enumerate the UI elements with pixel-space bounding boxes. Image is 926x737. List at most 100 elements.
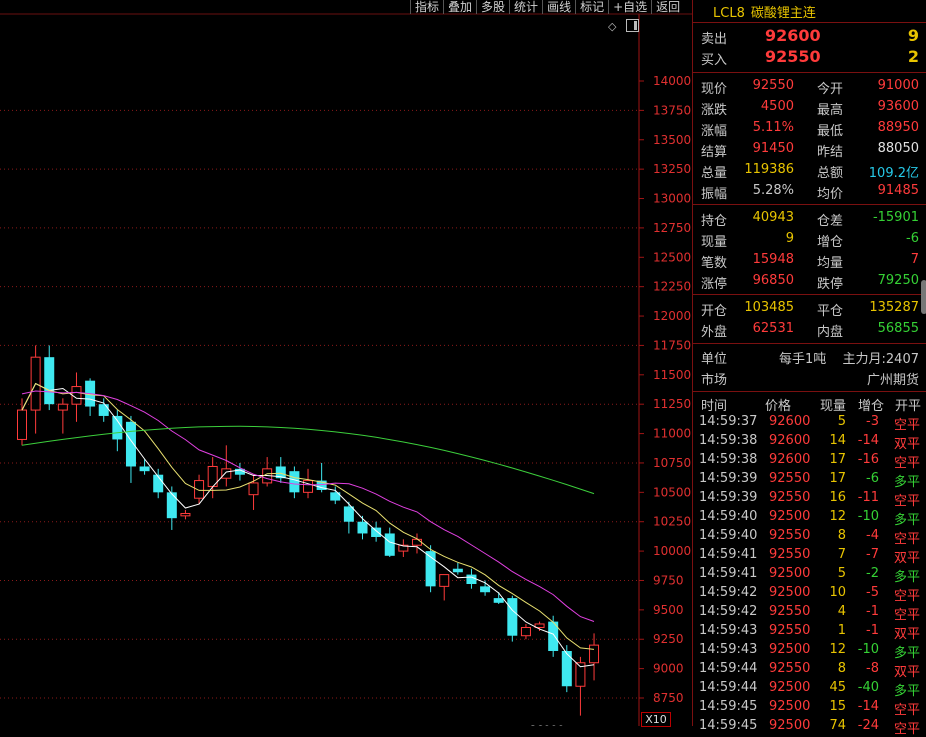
back-button[interactable]: 返回 [651,0,684,14]
scrollbar-thumb[interactable] [921,280,926,314]
tick-time: 14:59:40 [699,509,758,524]
tick-type: 双平 [894,437,921,452]
tick-row[interactable]: 14:59:37 92600 5 -3 空平 [693,414,921,433]
instrument-name: 碳酸锂主连 [750,6,816,21]
quote-label: 结算 [701,145,728,160]
overlay-button[interactable]: 叠加 [443,0,476,14]
tick-row[interactable]: 14:59:44 92500 45 -40 多平 [693,680,921,699]
tick-row[interactable]: 14:59:39 92550 17 -6 多平 [693,471,921,490]
sell-price: 92600 [765,26,821,45]
tick-type: 空平 [894,418,921,433]
tick-row[interactable]: 14:59:41 92500 5 -2 多平 [693,566,920,585]
tick-oi: -1 [866,623,879,638]
position-label: 均量 [817,256,844,271]
tick-time: 14:59:37 [699,414,758,429]
y-tick-label: 11250 [653,397,691,411]
quote-label: 涨幅 [701,124,728,139]
tick-time: 14:59:44 [699,680,758,695]
candle-body [561,650,572,687]
candle-body [289,471,300,493]
tick-qty: 10 [829,585,846,600]
main-month: 主力月:2407 [842,352,919,367]
tick-row[interactable]: 14:59:38 92600 14 -14 双平 [693,433,921,452]
tick-qty: 1 [837,623,846,638]
candle-body [589,644,600,664]
tick-type: 空平 [894,589,921,604]
tick-price: 92550 [769,623,811,638]
tick-type: 空平 [894,722,921,737]
buy-row[interactable]: 买入 92550 2 [693,47,919,69]
candle-body [248,482,259,496]
draw-line-button[interactable]: 画线 [542,0,575,14]
tick-header-qty: 现量 [820,399,847,414]
divider [693,72,926,73]
tick-type: 多平 [894,475,921,490]
tick-price: 92550 [769,547,811,562]
multi-stock-button[interactable]: 多股 [476,0,509,14]
tick-row[interactable]: 14:59:40 92500 12 -10 多平 [693,509,920,528]
candle-body [452,568,463,573]
tick-row[interactable]: 14:59:39 92550 16 -11 空平 [693,490,920,509]
candle-body [221,468,232,479]
tick-row[interactable]: 14:59:42 92500 10 -5 空平 [693,585,921,604]
y-tick-label: 11000 [653,427,691,441]
tick-time: 14:59:43 [699,623,758,638]
position-value: 40943 [752,210,794,225]
sell-row[interactable]: 卖出 92600 9 [693,26,919,48]
y-tick-label: 10250 [653,515,691,529]
buy-label: 买入 [701,53,728,68]
diamond-icon[interactable]: ◇ [608,20,616,33]
tick-type: 空平 [894,456,921,471]
position-label: 仓差 [817,214,844,229]
tick-row[interactable]: 14:59:40 92550 8 -4 空平 [693,528,920,547]
kline-chart[interactable]: 14000 13750 13500 13250 13000 12750 12500 12250… [0,0,692,726]
panel-toggle-icon[interactable] [626,19,639,32]
candle-body [384,533,395,556]
tick-oi: -2 [866,566,879,581]
divider [693,204,926,205]
tick-time: 14:59:41 [699,566,758,581]
tick-time: 14:59:42 [699,585,758,600]
mark-button[interactable]: 标记 [575,0,608,14]
quote-row: 总量 119386 总额 109.2亿 [693,162,919,182]
tick-row[interactable]: 14:59:42 92550 4 -1 空平 [693,604,921,623]
position-label: 增仓 [817,235,844,250]
tick-time: 14:59:43 [699,642,758,657]
add-favorite-button[interactable]: +自选 [608,0,651,14]
y-tick-label: 9000 [653,662,684,676]
order-flow-label: 内盘 [817,325,844,340]
divider [693,22,926,23]
tick-row[interactable]: 14:59:44 92550 8 -8 双平 [693,661,920,680]
candle-body [44,357,55,405]
toolbar: 指标 叠加 多股 统计 画线 标记 +自选 返回 [410,0,684,14]
tick-row[interactable]: 14:59:45 92500 15 -14 空平 [693,699,920,718]
tick-row[interactable]: 14:59:41 92550 7 -7 双平 [693,547,920,566]
tick-row[interactable]: 14:59:43 92550 1 -1 双平 [693,623,920,642]
tick-price: 92550 [769,528,811,543]
tick-price: 92550 [769,490,811,505]
quote-label: 涨跌 [701,103,728,118]
tick-type: 多平 [894,684,921,699]
position-value: 15948 [752,252,794,267]
tick-row[interactable]: 14:59:38 92600 17 -16 空平 [693,452,921,471]
indicator-button[interactable]: 指标 [410,0,443,14]
tick-row[interactable]: 14:59:45 92500 74 -24 空平 [693,718,921,737]
tick-price: 92500 [769,642,811,657]
quote-value: 109.2亿 [868,166,919,181]
tick-type: 空平 [894,608,921,623]
zoom-label[interactable]: X10 [641,712,671,727]
divider [693,343,926,344]
position-value: 9 [785,231,794,246]
candle-body [125,421,136,467]
y-tick-label: 12250 [653,280,691,294]
tick-oi: -14 [857,699,879,714]
tick-qty: 17 [829,452,846,467]
tick-price: 92550 [769,604,811,619]
statistics-button[interactable]: 统计 [509,0,542,14]
tick-oi: -3 [866,414,879,429]
tick-oi: -14 [857,433,879,448]
position-value: -15901 [872,210,919,225]
kline-chart-area[interactable]: 14000 13750 13500 13250 13000 12750 12500 12250… [0,0,692,727]
tick-row[interactable]: 14:59:43 92500 12 -10 多平 [693,642,920,661]
y-tick-label: 11750 [653,338,691,352]
